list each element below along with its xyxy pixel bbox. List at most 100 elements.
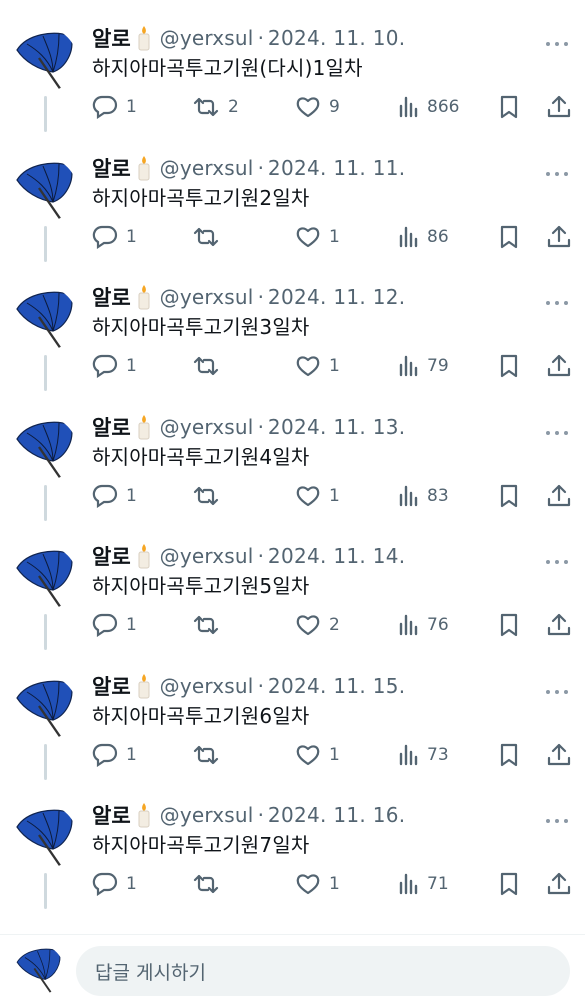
tweet[interactable]: 알로 @yerxsul · 2024. 11. 10. 하지아마곡투고기원(다시…	[0, 0, 585, 132]
tweet[interactable]: 알로 @yerxsul · 2024. 11. 14. 하지아마곡투고기원5일차…	[0, 518, 585, 650]
own-avatar[interactable]	[14, 945, 64, 995]
views-icon	[397, 225, 419, 249]
like-button[interactable]: 1	[295, 869, 340, 899]
tweet-date[interactable]: 2024. 11. 16.	[268, 803, 405, 827]
reply-button[interactable]: 1	[92, 222, 137, 252]
tweet-date[interactable]: 2024. 11. 13.	[268, 415, 405, 439]
user-handle[interactable]: @yerxsul	[160, 156, 254, 180]
reply-button[interactable]: 1	[92, 92, 137, 122]
share-icon	[546, 353, 572, 379]
tweet-date[interactable]: 2024. 11. 12.	[268, 285, 405, 309]
avatar[interactable]	[13, 675, 77, 740]
retweet-button[interactable]	[192, 222, 228, 252]
reply-button[interactable]: 1	[92, 869, 137, 899]
views-button[interactable]: 83	[397, 481, 449, 511]
bookmark-button[interactable]	[498, 351, 520, 381]
bookmark-button[interactable]	[498, 610, 520, 640]
like-button[interactable]: 1	[295, 222, 340, 252]
avatar[interactable]	[13, 805, 77, 869]
share-button[interactable]	[546, 351, 572, 381]
user-handle[interactable]: @yerxsul	[160, 285, 254, 309]
bookmark-button[interactable]	[498, 481, 520, 511]
bookmark-button[interactable]	[498, 740, 520, 770]
tweet-header: 알로 @yerxsul · 2024. 11. 11.	[92, 153, 585, 183]
display-name[interactable]: 알로	[92, 800, 131, 830]
tweet-actions: 1 1 86	[92, 222, 572, 252]
views-icon	[397, 872, 419, 896]
retweet-icon	[192, 743, 220, 767]
more-icon[interactable]	[545, 422, 569, 435]
avatar[interactable]	[13, 28, 77, 92]
reply-button[interactable]: 1	[92, 610, 137, 640]
share-icon	[546, 871, 572, 897]
display-name[interactable]: 알로	[92, 541, 131, 571]
bookmark-button[interactable]	[498, 869, 520, 899]
user-handle[interactable]: @yerxsul	[160, 415, 254, 439]
views-button[interactable]: 73	[397, 740, 449, 770]
retweet-icon	[192, 225, 220, 249]
reply-button[interactable]: 1	[92, 351, 137, 381]
share-icon	[546, 612, 572, 638]
views-button[interactable]: 866	[397, 92, 459, 122]
display-name[interactable]: 알로	[92, 23, 131, 53]
avatar[interactable]	[13, 157, 77, 222]
share-button[interactable]	[546, 222, 572, 252]
views-button[interactable]: 79	[397, 351, 449, 381]
avatar[interactable]	[13, 287, 77, 351]
like-button[interactable]: 1	[295, 351, 340, 381]
bookmark-button[interactable]	[498, 222, 520, 252]
user-handle[interactable]: @yerxsul	[160, 674, 254, 698]
avatar[interactable]	[13, 416, 77, 481]
avatar[interactable]	[13, 546, 77, 610]
like-button[interactable]: 1	[295, 740, 340, 770]
more-icon[interactable]	[545, 33, 569, 46]
bookmark-button[interactable]	[498, 92, 520, 122]
share-button[interactable]	[546, 869, 572, 899]
like-button[interactable]: 1	[295, 481, 340, 511]
share-button[interactable]	[546, 481, 572, 511]
tweet[interactable]: 알로 @yerxsul · 2024. 11. 12. 하지아마곡투고기원3일차…	[0, 259, 585, 391]
share-button[interactable]	[546, 92, 572, 122]
like-button[interactable]: 9	[295, 92, 340, 122]
retweet-button[interactable]	[192, 481, 228, 511]
retweet-count: 2	[228, 97, 239, 117]
tweet[interactable]: 알로 @yerxsul · 2024. 11. 11. 하지아마곡투고기원2일차…	[0, 130, 585, 262]
share-button[interactable]	[546, 740, 572, 770]
display-name[interactable]: 알로	[92, 412, 131, 442]
reply-button[interactable]: 1	[92, 481, 137, 511]
display-name[interactable]: 알로	[92, 282, 131, 312]
tweet-actions: 1 1 79	[92, 351, 572, 381]
display-name[interactable]: 알로	[92, 671, 131, 701]
more-icon[interactable]	[545, 681, 569, 694]
display-name[interactable]: 알로	[92, 153, 131, 183]
tweet[interactable]: 알로 @yerxsul · 2024. 11. 13. 하지아마곡투고기원4일차…	[0, 389, 585, 521]
retweet-button[interactable]	[192, 610, 228, 640]
tweet-actions: 1 2 9 866	[92, 92, 572, 122]
views-button[interactable]: 76	[397, 610, 449, 640]
user-handle[interactable]: @yerxsul	[160, 803, 254, 827]
views-button[interactable]: 86	[397, 222, 449, 252]
more-icon[interactable]	[545, 292, 569, 305]
tweet-date[interactable]: 2024. 11. 14.	[268, 544, 405, 568]
tweet-date[interactable]: 2024. 11. 10.	[268, 26, 405, 50]
tweet-date[interactable]: 2024. 11. 11.	[268, 156, 405, 180]
more-icon[interactable]	[545, 551, 569, 564]
retweet-button[interactable]	[192, 869, 228, 899]
views-button[interactable]: 71	[397, 869, 449, 899]
user-handle[interactable]: @yerxsul	[160, 544, 254, 568]
heart-icon	[295, 613, 321, 637]
retweet-button[interactable]: 2	[192, 92, 239, 122]
retweet-button[interactable]	[192, 740, 228, 770]
tweet-header: 알로 @yerxsul · 2024. 11. 14.	[92, 541, 585, 571]
user-handle[interactable]: @yerxsul	[160, 26, 254, 50]
share-button[interactable]	[546, 610, 572, 640]
tweet-date[interactable]: 2024. 11. 15.	[268, 674, 405, 698]
tweet[interactable]: 알로 @yerxsul · 2024. 11. 16. 하지아마곡투고기원7일차…	[0, 777, 585, 909]
reply-input[interactable]: 답글 게시하기	[76, 946, 570, 996]
reply-button[interactable]: 1	[92, 740, 137, 770]
more-icon[interactable]	[545, 810, 569, 823]
tweet[interactable]: 알로 @yerxsul · 2024. 11. 15. 하지아마곡투고기원6일차…	[0, 648, 585, 780]
like-button[interactable]: 2	[295, 610, 340, 640]
more-icon[interactable]	[545, 163, 569, 176]
retweet-button[interactable]	[192, 351, 228, 381]
